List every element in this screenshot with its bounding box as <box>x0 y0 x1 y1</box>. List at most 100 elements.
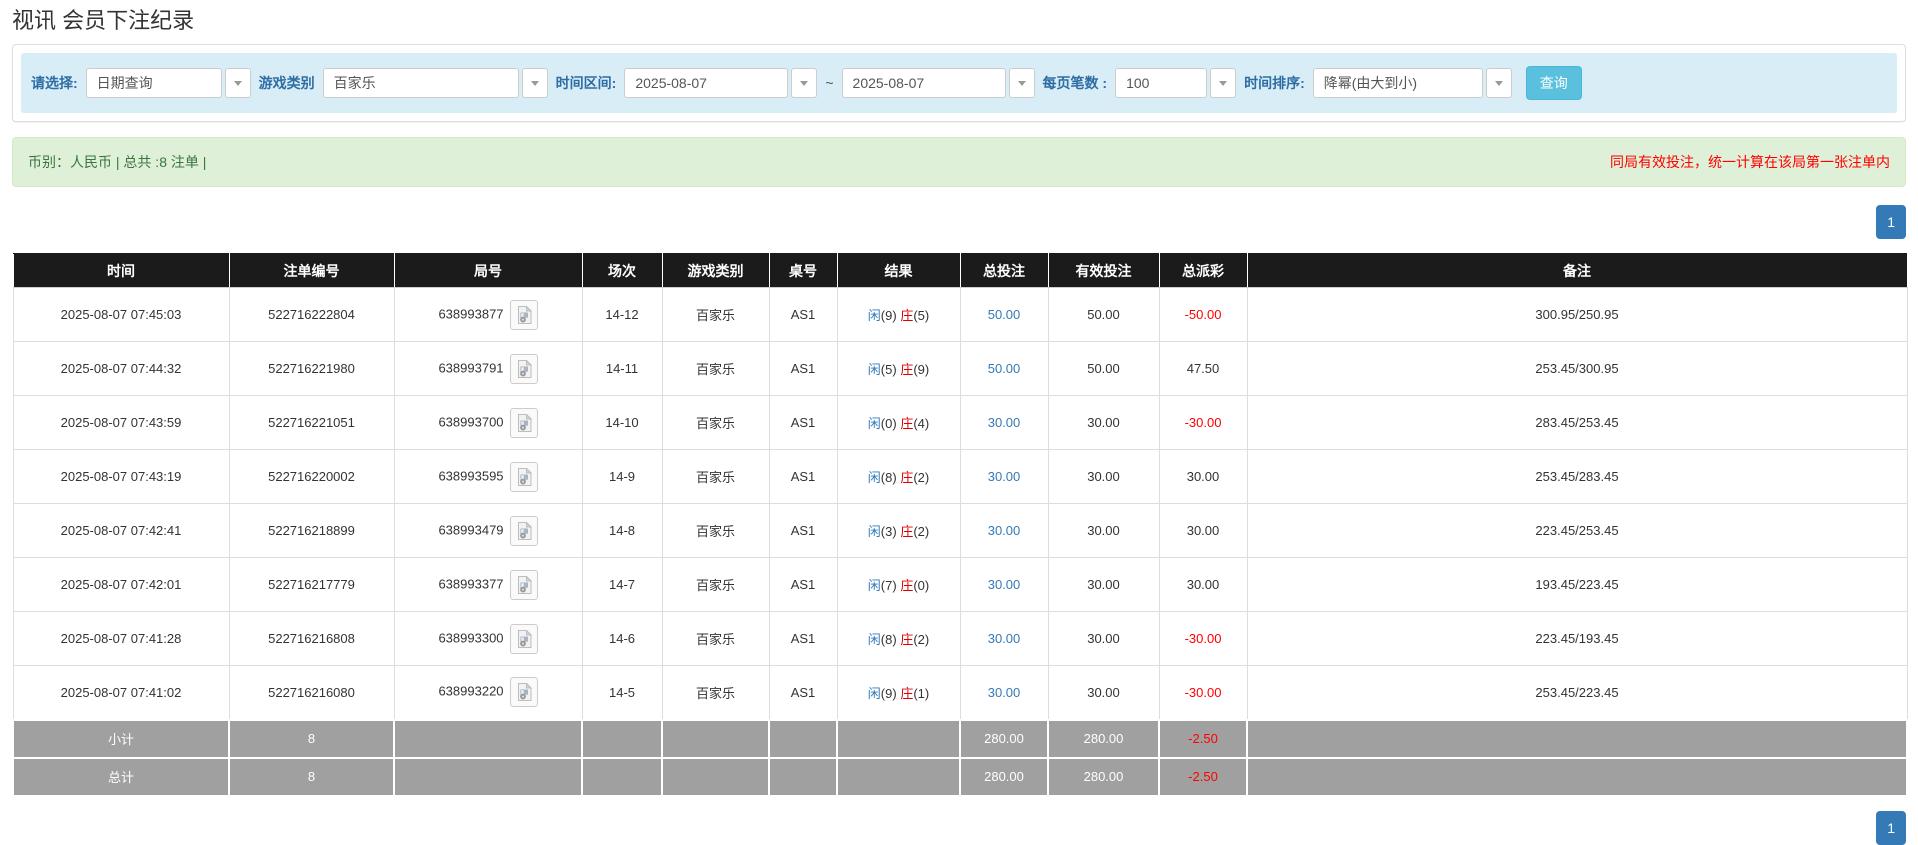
total-bet-link[interactable]: 30.00 <box>988 469 1021 484</box>
player-label: 闲 <box>868 578 881 593</box>
search-button[interactable]: 查询 <box>1526 66 1582 100</box>
video-replay-button[interactable] <box>510 462 538 492</box>
col-header-payout: 总派彩 <box>1159 254 1247 288</box>
round-id: 638993791 <box>438 360 503 375</box>
subtotal-valid-bet: 280.00 <box>1048 720 1159 758</box>
valid-bet: 30.00 <box>1048 666 1159 720</box>
date-range-separator: ~ <box>825 75 833 91</box>
result-cell: 闲(0) 庄(4) <box>837 396 960 450</box>
game-type-select[interactable]: 百家乐 <box>323 68 548 98</box>
banker-label: 庄 <box>900 686 913 701</box>
table-body: 2025-08-07 07:45:03 522716222804 6389938… <box>13 288 1907 720</box>
total-bet-link[interactable]: 30.00 <box>988 577 1021 592</box>
total-total-bet: 280.00 <box>960 758 1048 796</box>
page-1-button[interactable]: 1 <box>1876 811 1906 845</box>
sort-order-select[interactable]: 降幂(由大到小) <box>1313 68 1512 98</box>
player-label: 闲 <box>868 416 881 431</box>
total-bet-link[interactable]: 30.00 <box>988 415 1021 430</box>
subtotal-total-bet: 280.00 <box>960 720 1048 758</box>
banker-score: (5) <box>913 308 929 323</box>
empty-cell <box>837 758 960 796</box>
game-type: 百家乐 <box>662 450 769 504</box>
banker-score: (2) <box>913 470 929 485</box>
video-replay-button[interactable] <box>510 624 538 654</box>
round-id-cell: 638993700 <box>394 396 582 450</box>
video-replay-button[interactable] <box>510 408 538 438</box>
video-replay-button[interactable] <box>510 677 538 707</box>
chevron-down-icon[interactable] <box>1009 68 1035 98</box>
total-valid-bet: 280.00 <box>1048 758 1159 796</box>
payout: -30.00 <box>1159 612 1247 666</box>
page: 视讯 会员下注纪录 请选择: 日期查询 游戏类别 百家乐 时间区间: 2025-… <box>0 8 1918 845</box>
player-label: 闲 <box>868 524 881 539</box>
banker-label: 庄 <box>900 632 913 647</box>
page-size-value[interactable]: 100 <box>1115 68 1207 98</box>
payout: -30.00 <box>1159 396 1247 450</box>
chevron-down-icon[interactable] <box>522 68 548 98</box>
chevron-down-icon[interactable] <box>1486 68 1512 98</box>
caret-glyph <box>234 81 242 86</box>
bet-time: 2025-08-07 07:45:03 <box>13 288 229 342</box>
total-bet-link[interactable]: 50.00 <box>988 307 1021 322</box>
total-bet-link[interactable]: 30.00 <box>988 523 1021 538</box>
total-bet-cell: 30.00 <box>960 504 1048 558</box>
table-no: AS1 <box>769 396 837 450</box>
col-header-valid-bet: 有效投注 <box>1048 254 1159 288</box>
session-no: 14-5 <box>582 666 662 720</box>
video-replay-button[interactable] <box>510 354 538 384</box>
round-id-cell: 638993791 <box>394 342 582 396</box>
query-type-value[interactable]: 日期查询 <box>86 68 222 98</box>
video-replay-button[interactable] <box>510 570 538 600</box>
filter-panel: 请选择: 日期查询 游戏类别 百家乐 时间区间: 2025-08-07 ~ 20… <box>12 44 1906 122</box>
subtotal-payout: -2.50 <box>1159 720 1247 758</box>
total-bet-cell: 30.00 <box>960 558 1048 612</box>
col-header-round-id: 局号 <box>394 254 582 288</box>
total-bet-link[interactable]: 30.00 <box>988 631 1021 646</box>
game-type: 百家乐 <box>662 612 769 666</box>
col-header-bet-id: 注单编号 <box>229 254 394 288</box>
banker-label: 庄 <box>900 308 913 323</box>
subtotal-row: 小计 8 280.00 280.00 -2.50 <box>13 720 1907 758</box>
total-bet-cell: 30.00 <box>960 396 1048 450</box>
table-row: 2025-08-07 07:42:41 522716218899 6389934… <box>13 504 1907 558</box>
total-bet-link[interactable]: 30.00 <box>988 685 1021 700</box>
date-from-select[interactable]: 2025-08-07 <box>624 68 817 98</box>
player-score: (8) <box>881 470 897 485</box>
date-to-select[interactable]: 2025-08-07 <box>842 68 1035 98</box>
bet-id: 522716220002 <box>229 450 394 504</box>
bet-id: 522716218899 <box>229 504 394 558</box>
remark: 223.45/253.45 <box>1247 504 1907 558</box>
table-no: AS1 <box>769 612 837 666</box>
chevron-down-icon[interactable] <box>791 68 817 98</box>
page-size-select[interactable]: 100 <box>1115 68 1236 98</box>
round-id: 638993700 <box>438 414 503 429</box>
total-bet-cell: 50.00 <box>960 342 1048 396</box>
chevron-down-icon[interactable] <box>1210 68 1236 98</box>
sort-order-value[interactable]: 降幂(由大到小) <box>1313 68 1483 98</box>
betting-records-table: 时间 注单编号 局号 场次 游戏类别 桌号 结果 总投注 有效投注 总派彩 备注… <box>12 253 1908 797</box>
bet-time: 2025-08-07 07:41:28 <box>13 612 229 666</box>
banker-score: (2) <box>913 632 929 647</box>
date-to-value[interactable]: 2025-08-07 <box>842 68 1006 98</box>
video-replay-button[interactable] <box>510 300 538 330</box>
session-no: 14-8 <box>582 504 662 558</box>
session-no: 14-7 <box>582 558 662 612</box>
query-type-select[interactable]: 日期查询 <box>86 68 251 98</box>
bet-time: 2025-08-07 07:42:41 <box>13 504 229 558</box>
video-replay-button[interactable] <box>510 516 538 546</box>
game-type-value[interactable]: 百家乐 <box>323 68 519 98</box>
chevron-down-icon[interactable] <box>225 68 251 98</box>
round-id: 638993220 <box>438 684 503 699</box>
payout: 47.50 <box>1159 342 1247 396</box>
page-1-button[interactable]: 1 <box>1876 205 1906 239</box>
table-row: 2025-08-07 07:45:03 522716222804 6389938… <box>13 288 1907 342</box>
film-document-icon <box>516 630 532 648</box>
result-cell: 闲(9) 庄(1) <box>837 666 960 720</box>
player-score: (5) <box>881 362 897 377</box>
session-no: 14-6 <box>582 612 662 666</box>
empty-cell <box>1247 758 1907 796</box>
banker-score: (9) <box>913 362 929 377</box>
total-bet-link[interactable]: 50.00 <box>988 361 1021 376</box>
valid-bet: 30.00 <box>1048 396 1159 450</box>
date-from-value[interactable]: 2025-08-07 <box>624 68 788 98</box>
